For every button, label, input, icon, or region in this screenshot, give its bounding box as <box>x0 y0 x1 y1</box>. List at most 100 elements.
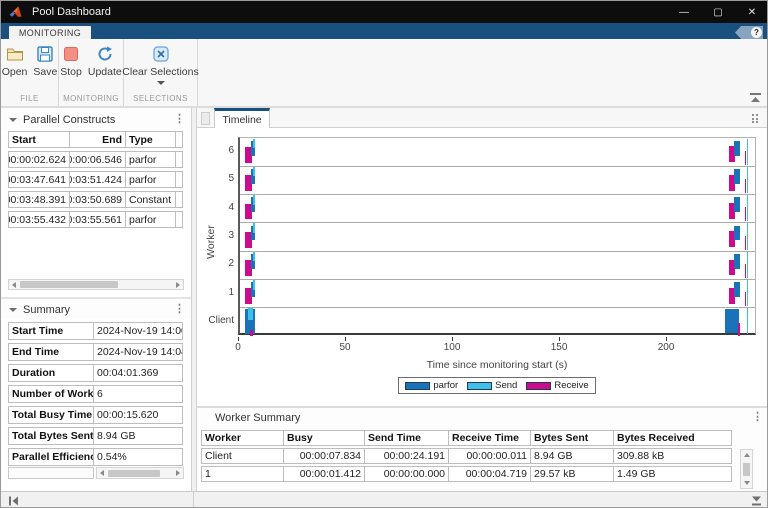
table-row[interactable]: Start Time2024-Nov-19 14:00:47.5 <box>8 322 184 340</box>
kebab-menu-icon[interactable]: ⋮ <box>174 302 185 315</box>
panel-grip-icon[interactable] <box>201 112 210 125</box>
ribbon-toolbar: OpenSaveFILEStopUpdateMONITORINGClear Se… <box>1 39 768 108</box>
kebab-menu-icon[interactable]: ⋮ <box>174 112 185 125</box>
summary-label: End Time <box>8 343 94 361</box>
timeline-bar-send[interactable] <box>253 195 255 205</box>
timeline-bar-receive[interactable] <box>250 330 253 336</box>
chart-legend: parforSendReceive <box>398 377 595 394</box>
timeline-bar-receive[interactable] <box>745 151 746 165</box>
scroll-right-icon[interactable] <box>173 280 183 289</box>
timeline-bar-parfor[interactable] <box>725 309 738 332</box>
scroll-left-icon[interactable] <box>9 280 19 289</box>
table-header-row: WorkerBusySend TimeReceive TimeBytes Sen… <box>201 430 732 446</box>
timeline-bar-parfor[interactable] <box>734 197 739 212</box>
minimize-icon[interactable]: — <box>667 1 701 23</box>
help-button[interactable]: ? <box>735 26 763 39</box>
table-cell: parfor <box>125 171 176 188</box>
kebab-menu-icon[interactable]: ⋮ <box>752 410 763 423</box>
clear-selections-button[interactable]: Clear Selections <box>122 45 198 85</box>
timeline-bar-send[interactable] <box>747 252 748 278</box>
legend-entry: parfor <box>405 380 458 391</box>
table-row[interactable]: Parallel Efficiency0.54% <box>8 448 184 466</box>
worker-summary-vscrollbar[interactable] <box>740 449 753 489</box>
column-sliver <box>175 151 183 168</box>
timeline-bar-send[interactable] <box>747 167 748 193</box>
table-row[interactable]: Total Bytes Sent8.94 GB <box>8 427 184 445</box>
table-row[interactable]: 00:03:55.43200:03:55.561parfor <box>8 211 184 228</box>
timeline-bar-send[interactable] <box>747 139 748 165</box>
scroll-left-icon[interactable] <box>97 468 107 478</box>
scrollbar-thumb[interactable] <box>108 470 160 477</box>
scrollbar-thumb[interactable] <box>743 463 750 476</box>
table-row[interactable]: Client00:00:07.83400:00:24.19100:00:00.0… <box>201 448 732 464</box>
collapse-bottom-icon[interactable] <box>751 496 762 506</box>
table-row[interactable]: Total Busy Time00:00:15.620 <box>8 406 184 424</box>
scroll-down-icon[interactable] <box>741 478 752 488</box>
close-icon[interactable]: ✕ <box>735 1 768 23</box>
left-panel-column: Parallel Constructs ⋮ StartEndType00:00:… <box>1 108 191 491</box>
scrollbar-thumb[interactable] <box>20 281 118 288</box>
parallel-constructs-hscrollbar[interactable] <box>8 279 184 290</box>
timeline-bar-receive[interactable] <box>745 179 746 193</box>
table-row[interactable]: 00:03:48.39100:03:50.689Constant <box>8 191 184 208</box>
x-tick-mark <box>452 337 453 341</box>
timeline-bar-send[interactable] <box>747 223 748 249</box>
timeline-bar-send[interactable] <box>747 308 748 333</box>
table-row[interactable]: Number of Workers6 <box>8 385 184 403</box>
panel-splitter[interactable] <box>1 297 191 299</box>
column-sliver <box>175 211 183 228</box>
maximize-icon[interactable]: ▢ <box>701 1 735 23</box>
worker-summary-panel: Worker Summary ⋮ WorkerBusySend TimeRece… <box>197 406 768 491</box>
parallel-constructs-table: StartEndType00:00:02.62400:00:06.546parf… <box>8 131 184 228</box>
table-cell: Constant <box>125 191 176 208</box>
timeline-bar-receive[interactable] <box>745 292 746 306</box>
timeline-bar-send[interactable] <box>747 280 748 306</box>
legend-entry: Receive <box>526 380 588 391</box>
timeline-bar-parfor[interactable] <box>734 282 739 297</box>
summary-hscrollbar[interactable] <box>96 467 184 479</box>
timeline-bar-parfor[interactable] <box>734 226 739 241</box>
worker-summary-header: Worker Summary ⋮ <box>197 408 768 427</box>
dock-left-icon[interactable] <box>8 496 19 506</box>
save-button[interactable]: Save <box>33 45 57 78</box>
dots-menu-icon[interactable] <box>752 114 759 125</box>
timeline-bar-send[interactable] <box>253 252 255 262</box>
timeline-bar-receive[interactable] <box>745 236 746 250</box>
timeline-bar-send[interactable] <box>253 139 255 149</box>
table-row[interactable]: 100:00:01.41200:00:00.00000:00:04.71929.… <box>201 466 732 482</box>
stop-button[interactable]: Stop <box>60 45 82 78</box>
collapse-caret-icon[interactable] <box>9 118 17 122</box>
collapse-ribbon-icon[interactable] <box>750 93 761 103</box>
chevron-down-icon[interactable] <box>157 81 165 85</box>
timeline-chart: Worker Time since monitoring start (s) p… <box>197 128 768 406</box>
scroll-up-icon[interactable] <box>741 450 752 460</box>
ribbon-group-selections: Clear SelectionsSELECTIONS <box>124 39 198 106</box>
timeline-bar-send[interactable] <box>747 195 748 221</box>
timeline-bar-receive[interactable] <box>738 323 740 336</box>
column-header: Worker <box>201 430 284 446</box>
ribbon-group-file: OpenSaveFILE <box>1 39 59 106</box>
help-icon: ? <box>751 27 762 38</box>
timeline-bar-send[interactable] <box>253 280 255 290</box>
table-row[interactable]: Duration00:04:01.369 <box>8 364 184 382</box>
timeline-bar-parfor[interactable] <box>734 254 739 269</box>
tab-timeline[interactable]: Timeline <box>214 108 270 128</box>
timeline-bar-parfor[interactable] <box>734 169 739 184</box>
timeline-bar-receive[interactable] <box>745 207 746 221</box>
collapse-caret-icon[interactable] <box>9 308 17 312</box>
timeline-bar-parfor[interactable] <box>734 141 739 156</box>
timeline-bar-send[interactable] <box>253 167 255 177</box>
table-row[interactable]: 00:00:02.62400:00:06.546parfor <box>8 151 184 168</box>
button-label: Update <box>88 66 122 78</box>
row-separator <box>240 222 755 223</box>
table-row[interactable]: End Time2024-Nov-19 14:04:48.9 <box>8 343 184 361</box>
update-button[interactable]: Update <box>88 45 122 78</box>
table-row[interactable]: 00:03:47.64100:03:51.424parfor <box>8 171 184 188</box>
tab-monitoring[interactable]: MONITORING <box>9 26 91 39</box>
scroll-right-icon[interactable] <box>173 468 183 478</box>
y-tick-label: 5 <box>197 173 234 184</box>
timeline-bar-send[interactable] <box>253 223 255 233</box>
timeline-bar-send[interactable] <box>248 308 253 320</box>
open-button[interactable]: Open <box>2 45 28 78</box>
timeline-bar-receive[interactable] <box>745 264 746 278</box>
